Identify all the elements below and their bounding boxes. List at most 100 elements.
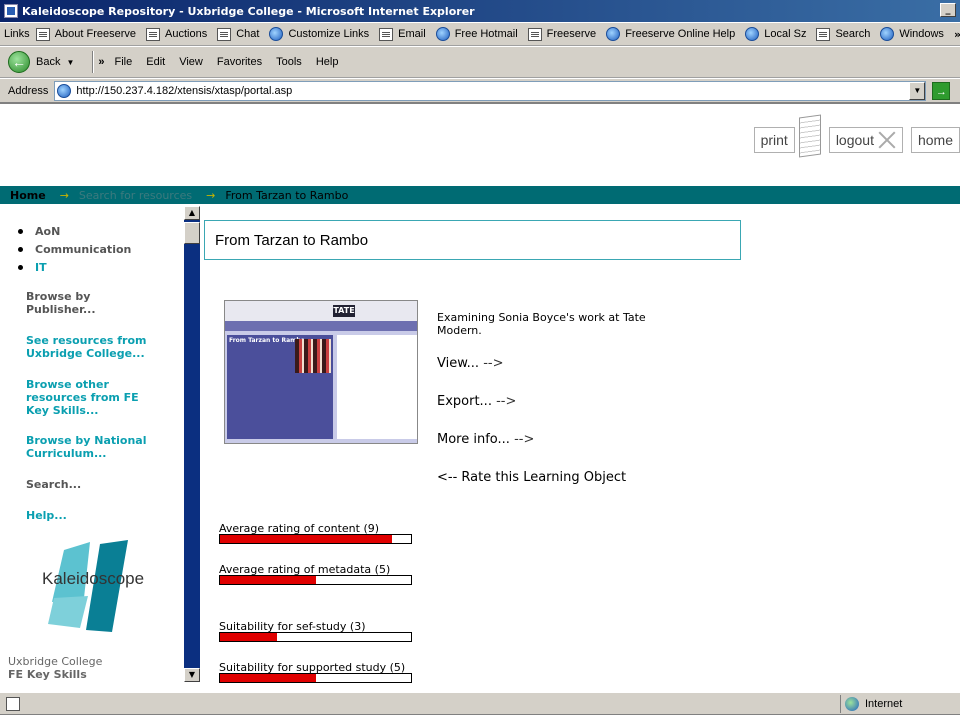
page-status-icon [6,696,20,711]
category-it[interactable]: IT [18,258,131,276]
scroll-down-icon[interactable]: ▼ [184,668,200,682]
scroll-up-icon[interactable]: ▲ [184,206,200,220]
category-aon[interactable]: AoN [18,222,131,240]
back-dropdown-icon[interactable]: ▼ [66,58,74,67]
link-freeserve-online-help[interactable]: Freeserve Online Help [606,27,735,41]
thumb-header [225,301,417,321]
minimize-button[interactable]: _ [940,3,956,17]
bullet-icon [18,228,23,234]
address-input[interactable]: http://150.237.4.182/xtensis/xtasp/porta… [54,80,927,101]
rating-fill [220,535,392,543]
ie-icon [435,27,450,41]
back-arrow-icon: ← [8,51,30,73]
taskbar-edge [0,714,960,720]
left-navigation: AoN Communication IT Browse by Publisher… [0,204,184,692]
bullet-icon [18,264,23,270]
menu-edit[interactable]: Edit [146,56,165,68]
arrow-right-icon: --> [514,432,535,447]
address-dropdown-icon[interactable]: ▼ [909,81,926,100]
breadcrumb-home[interactable]: Home [10,189,46,202]
rate-link[interactable]: <-- Rate this Learning Object [437,470,626,485]
thumb-sidebar [337,335,417,439]
rating-bar-supported-study [219,673,412,683]
category-communication[interactable]: Communication [18,240,131,258]
footer-skills: FE Key Skills [8,668,87,681]
browse-national-curriculum-link[interactable]: Browse by National Curriculum... [26,434,166,460]
page-icon [527,27,542,41]
resource-thumbnail[interactable]: TATE From Tarzan to Rambo [224,300,418,444]
page-content: print logout home Home → Search for reso… [0,102,960,692]
menu-favorites[interactable]: Favorites [217,56,262,68]
export-link[interactable]: Export... --> [437,394,516,409]
rating-fill [220,674,316,682]
toolbar-overflow-chevron-icon[interactable]: » [98,56,104,68]
thumb-artwork [295,339,331,373]
menu-tools[interactable]: Tools [276,56,302,68]
arrow-right-icon: --> [483,356,504,371]
ie-icon [880,27,895,41]
page-icon [217,27,232,41]
links-toolbar: Links About Freeserve Auctions Chat Cust… [0,22,960,46]
rating-fill [220,633,278,641]
link-auctions[interactable]: Auctions [146,27,207,41]
help-link[interactable]: Help... [26,509,67,522]
link-email[interactable]: Email [379,27,426,41]
menu-view[interactable]: View [179,56,203,68]
resource-description: Examining Sonia Boyce's work at Tate Mod… [437,311,646,337]
security-zone: Internet [840,695,960,713]
link-customize-links[interactable]: Customize Links [269,27,369,41]
go-button[interactable]: → [932,81,951,100]
see-resources-link[interactable]: See resources from Uxbridge College... [26,334,166,360]
ie-icon [745,27,760,41]
logout-close-icon [878,131,896,149]
menu-file[interactable]: File [115,56,133,68]
footer-college: Uxbridge College [8,655,103,668]
print-button[interactable]: print [753,127,795,153]
link-about-freeserve[interactable]: About Freeserve [35,27,136,41]
menu-toolbar: ← Back ▼ » File Edit View Favorites Tool… [0,46,960,78]
link-windows[interactable]: Windows [880,27,944,41]
kaleidoscope-logo-text: Kaleidoscope [42,569,144,588]
link-chat[interactable]: Chat [217,27,259,41]
link-search[interactable]: Search [816,27,870,41]
rating-fill [220,576,316,584]
breadcrumb-arrow-icon: → [206,188,216,202]
thumb-tate-logo: TATE [333,305,355,317]
more-info-link[interactable]: More info... --> [437,432,534,447]
menu-help[interactable]: Help [316,56,339,68]
scroll-thumb[interactable] [184,222,200,244]
status-bar: Internet [0,692,960,714]
header-actions: print logout home [746,114,960,158]
browse-by-publisher-link[interactable]: Browse by Publisher... [26,290,116,316]
links-overflow-chevron-icon[interactable]: » [954,28,960,41]
address-label: Address [8,84,49,97]
link-free-hotmail[interactable]: Free Hotmail [435,27,518,41]
back-button[interactable]: ← Back ▼ [8,51,74,73]
ie-icon [269,27,284,41]
address-url[interactable]: http://150.237.4.182/xtensis/xtasp/porta… [76,85,292,97]
category-list: AoN Communication IT [18,222,131,276]
left-nav-scrollbar[interactable]: ▲ ▼ [184,206,200,682]
view-link[interactable]: View... --> [437,356,503,371]
page-ie-icon [57,83,72,98]
window-titlebar: Kaleidoscope Repository - Uxbridge Colle… [0,0,960,22]
bullet-icon [18,246,23,252]
print-icon[interactable] [798,114,821,158]
home-button[interactable]: home [910,127,960,153]
rating-bar-metadata [219,575,412,585]
page-icon [35,27,50,41]
breadcrumb-search[interactable]: Search for resources [79,189,192,202]
back-label: Back [36,56,61,68]
thumb-title: From Tarzan to Rambo [229,337,305,344]
page-icon [146,27,161,41]
page-icon [816,27,831,41]
search-link[interactable]: Search... [26,478,81,491]
link-local-sz[interactable]: Local Sz [745,27,806,41]
browse-other-resources-link[interactable]: Browse other resources from FE Key Skill… [26,378,156,417]
breadcrumb: Home → Search for resources → From Tarza… [0,186,960,204]
page-icon [379,27,394,41]
links-label: Links [4,28,30,40]
logout-button[interactable]: logout [828,127,903,153]
link-freeserve[interactable]: Freeserve [527,27,596,41]
page-title: From Tarzan to Rambo [204,220,741,260]
